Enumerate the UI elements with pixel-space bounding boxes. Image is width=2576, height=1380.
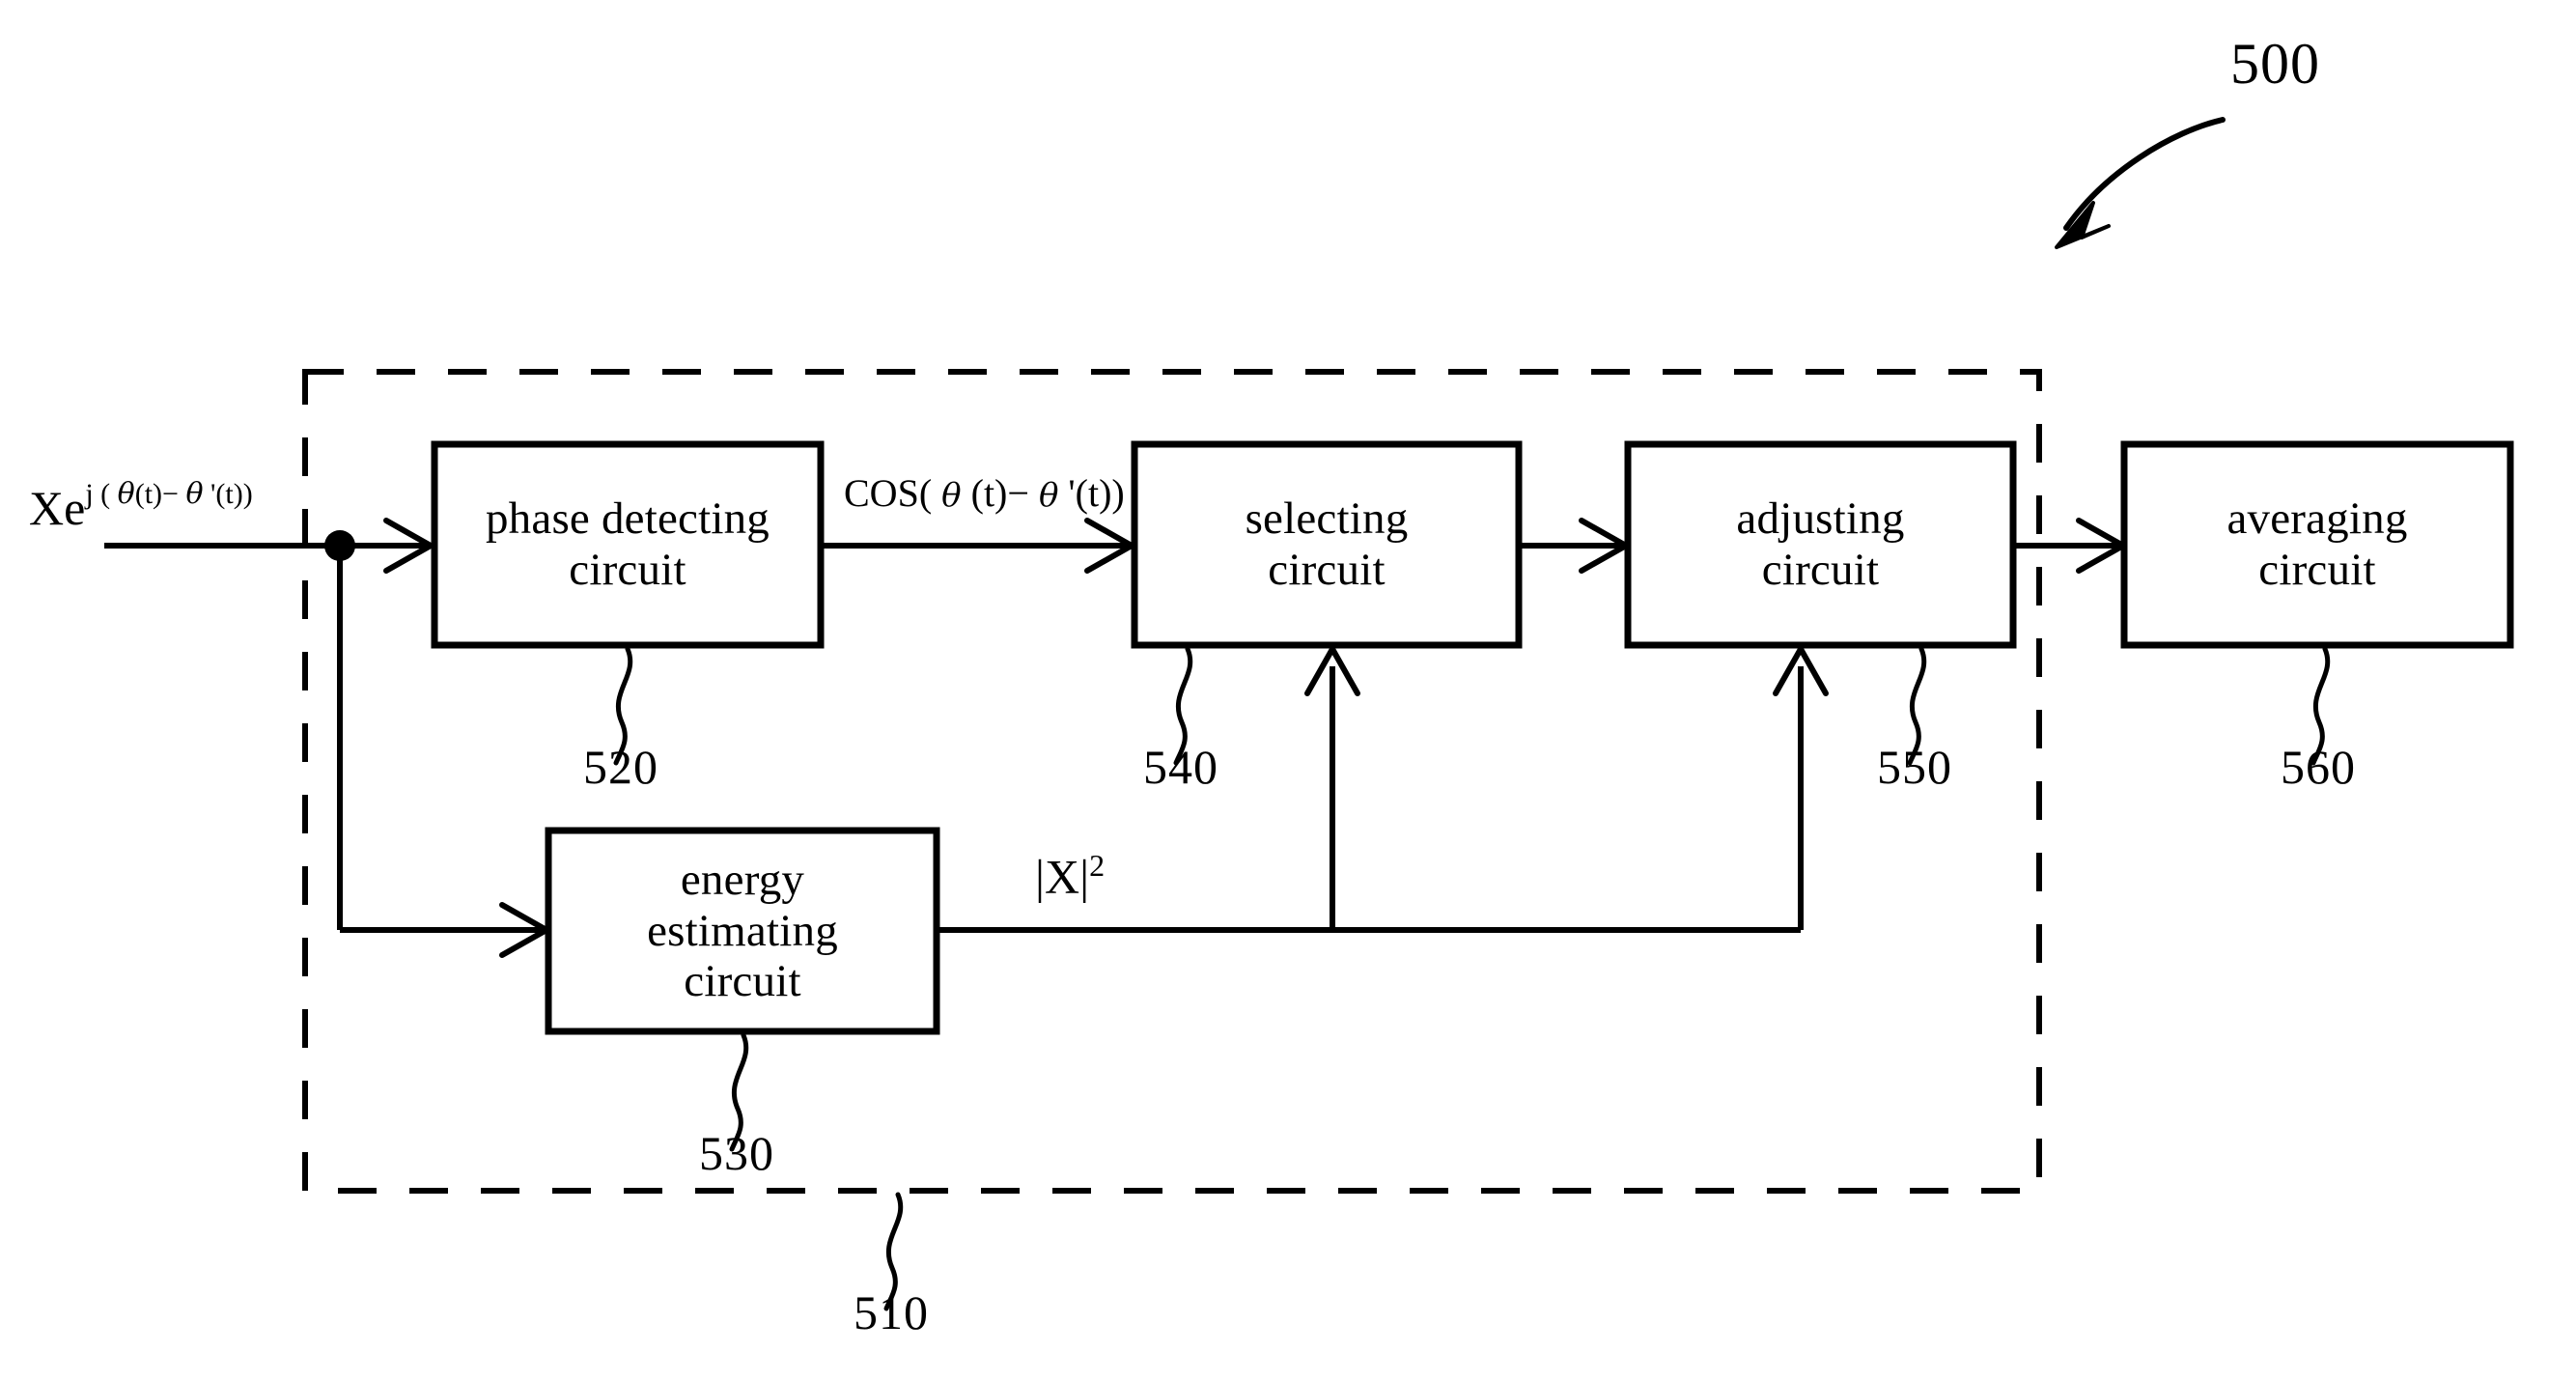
reference-numeral-560: 560 <box>2281 740 2356 794</box>
theta-symbol: θ <box>185 477 204 512</box>
theta-symbol: θ <box>117 477 135 512</box>
cos-signal-label: COS( θ (t)− θ '(t)) <box>844 471 1125 515</box>
reference-numeral-530: 530 <box>699 1126 774 1180</box>
theta-symbol: θ <box>1038 476 1059 515</box>
block-energy-estimating-circuit[interactable] <box>545 827 940 1035</box>
energy-signal-label: |X|2 <box>1035 848 1106 904</box>
block-phase-detecting-circuit[interactable] <box>431 440 825 649</box>
reference-numeral-550: 550 <box>1877 740 1952 794</box>
block-adjusting-circuit[interactable] <box>1624 440 2017 649</box>
theta-symbol: θ <box>941 476 962 515</box>
block-selecting-circuit[interactable] <box>1131 440 1523 649</box>
input-signal-label: Xej ( θ(t)− θ '(t)) <box>29 477 253 536</box>
reference-numeral-500: 500 <box>2230 32 2320 96</box>
reference-numeral-510: 510 <box>854 1285 929 1339</box>
figure-vector-layer <box>104 117 2514 1311</box>
input-signal-exponent: j ( θ(t)− θ '(t)) <box>85 477 253 512</box>
reference-numeral-540: 540 <box>1143 740 1218 794</box>
input-signal-base: Xe <box>29 481 86 535</box>
reference-numeral-520: 520 <box>583 740 658 794</box>
block-averaging-circuit[interactable] <box>2120 440 2514 649</box>
figure-canvas: Xej ( θ(t)− θ '(t)) COS( θ (t)− θ '(t)) … <box>0 0 2576 1380</box>
